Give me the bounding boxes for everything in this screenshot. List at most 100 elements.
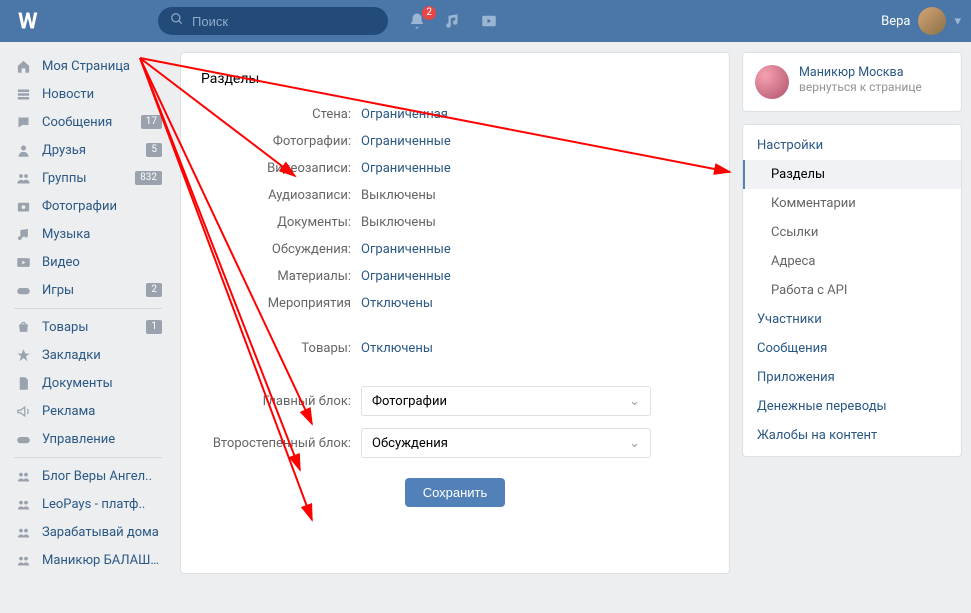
select-dropdown[interactable]: Фотографии ⌄ (361, 386, 651, 416)
user-menu[interactable]: Вера ▾ (881, 7, 961, 35)
sidebar-badge: 2 (146, 283, 162, 297)
select-row: Второстепенный блок: Обсуждения ⌄ (201, 428, 709, 458)
sidebar-badge: 17 (141, 115, 162, 129)
feed-icon (14, 85, 32, 103)
menu-item[interactable]: Участники (743, 305, 961, 334)
search-input[interactable] (192, 14, 376, 29)
setting-value[interactable]: Ограниченные (361, 242, 451, 257)
sidebar-label: Сообщения (42, 115, 141, 130)
sidebar-item-star-1[interactable]: Закладки (8, 341, 168, 369)
sidebar-item-groups-4[interactable]: Группы 832 (8, 164, 168, 192)
vk-logo[interactable]: W (18, 6, 48, 36)
photo-icon (14, 197, 32, 215)
username: Вера (881, 14, 910, 29)
sidebar: Моя Страница Новости Сообщения 17 Друзья… (8, 52, 168, 574)
divider (14, 457, 162, 458)
ads-icon (14, 402, 32, 420)
menu-sub[interactable]: Комментарии (743, 189, 961, 218)
menu-sub[interactable]: Ссылки (743, 218, 961, 247)
setting-label: Стена: (201, 107, 361, 122)
divider (14, 308, 162, 309)
menu-item[interactable]: Денежные переводы (743, 392, 961, 421)
setting-value[interactable]: Ограниченные (361, 134, 451, 149)
sidebar-item-games-8[interactable]: Игры 2 (8, 276, 168, 304)
setting-label: Второстепенный блок: (201, 436, 361, 451)
sidebar-label: Документы (42, 376, 162, 391)
games-icon (14, 281, 32, 299)
save-button[interactable]: Сохранить (405, 478, 506, 507)
setting-label: Главный блок: (201, 394, 361, 409)
setting-label: Товары: (201, 341, 361, 356)
sidebar-label: Фотографии (42, 199, 162, 214)
header: W 2 Вера ▾ (0, 0, 971, 42)
video-play-icon[interactable] (480, 12, 498, 30)
setting-row: Обсуждения: Ограниченные (201, 242, 709, 257)
sidebar-item-home-0[interactable]: Моя Страница (8, 52, 168, 80)
setting-label: Аудиозаписи: (201, 188, 361, 203)
grp-icon (14, 467, 32, 485)
grp-icon (14, 551, 32, 569)
setting-value[interactable]: Ограниченная (361, 107, 448, 122)
setting-label: Обсуждения: (201, 242, 361, 257)
chevron-down-icon: ▾ (954, 14, 961, 29)
doc-icon (14, 374, 32, 392)
notifications-icon[interactable]: 2 (408, 12, 426, 30)
setting-row: Стена: Ограниченная (201, 107, 709, 122)
star-icon (14, 346, 32, 364)
right-column: Маникюр Москва вернуться к странице Наст… (742, 52, 962, 574)
sidebar-item-grp-3[interactable]: Маникюр БАЛАШИ.. (8, 546, 168, 574)
group-card[interactable]: Маникюр Москва вернуться к странице (742, 52, 962, 112)
group-back-link[interactable]: вернуться к странице (799, 80, 922, 94)
sidebar-label: Музыка (42, 227, 162, 242)
select-value: Фотографии (372, 394, 447, 409)
music-icon[interactable] (444, 12, 462, 30)
sidebar-item-video-7[interactable]: Видео (8, 248, 168, 276)
setting-row: Фотографии: Ограниченные (201, 134, 709, 149)
music-icon (14, 225, 32, 243)
sidebar-item-grp-0[interactable]: Блог Веры Ангел.. (8, 462, 168, 490)
sidebar-label: Моя Страница (42, 59, 162, 74)
video-icon (14, 253, 32, 271)
sidebar-label: Блог Веры Ангел.. (42, 469, 162, 484)
sidebar-item-market-0[interactable]: Товары 1 (8, 313, 168, 341)
menu-sub[interactable]: Разделы (743, 160, 961, 189)
select-dropdown[interactable]: Обсуждения ⌄ (361, 428, 651, 458)
friends-icon (14, 141, 32, 159)
setting-value[interactable]: Выключены (361, 188, 436, 203)
setting-value[interactable]: Отключены (361, 296, 433, 311)
menu-item[interactable]: Жалобы на контент (743, 421, 961, 450)
sidebar-item-photo-5[interactable]: Фотографии (8, 192, 168, 220)
setting-value[interactable]: Выключены (361, 215, 436, 230)
sidebar-item-doc-2[interactable]: Документы (8, 369, 168, 397)
menu-item[interactable]: Сообщения (743, 334, 961, 363)
menu-sub[interactable]: Адреса (743, 247, 961, 276)
sidebar-label: Новости (42, 87, 162, 102)
setting-row: Аудиозаписи: Выключены (201, 188, 709, 203)
sidebar-label: Маникюр БАЛАШИ.. (42, 553, 162, 568)
sidebar-item-feed-1[interactable]: Новости (8, 80, 168, 108)
setting-value[interactable]: Ограниченные (361, 269, 451, 284)
setting-label: Фотографии: (201, 134, 361, 149)
sidebar-item-grp-2[interactable]: Зарабатывай дома (8, 518, 168, 546)
menu-item[interactable]: Настройки (743, 131, 961, 160)
sidebar-label: Реклама (42, 404, 162, 419)
menu-sub[interactable]: Работа с API (743, 276, 961, 305)
home-icon (14, 57, 32, 75)
sidebar-label: LeoPays - платф.. (42, 497, 162, 512)
sidebar-item-ads-3[interactable]: Реклама (8, 397, 168, 425)
setting-label: Видеозаписи: (201, 161, 361, 176)
setting-value[interactable]: Ограниченные (361, 161, 451, 176)
menu-item[interactable]: Приложения (743, 363, 961, 392)
sidebar-badge: 5 (146, 143, 162, 157)
chevron-down-icon: ⌄ (629, 436, 640, 451)
search-box[interactable] (158, 7, 388, 35)
sidebar-item-music-6[interactable]: Музыка (8, 220, 168, 248)
settings-menu: НастройкиРазделыКомментарииСсылкиАдресаР… (742, 124, 962, 457)
sidebar-label: Группы (42, 171, 135, 186)
sidebar-item-grp-1[interactable]: LeoPays - платф.. (8, 490, 168, 518)
setting-value[interactable]: Отключены (361, 341, 433, 356)
sidebar-item-gamepad-4[interactable]: Управление (8, 425, 168, 453)
sidebar-item-friends-3[interactable]: Друзья 5 (8, 136, 168, 164)
sidebar-badge: 1 (146, 320, 162, 334)
sidebar-item-msg-2[interactable]: Сообщения 17 (8, 108, 168, 136)
